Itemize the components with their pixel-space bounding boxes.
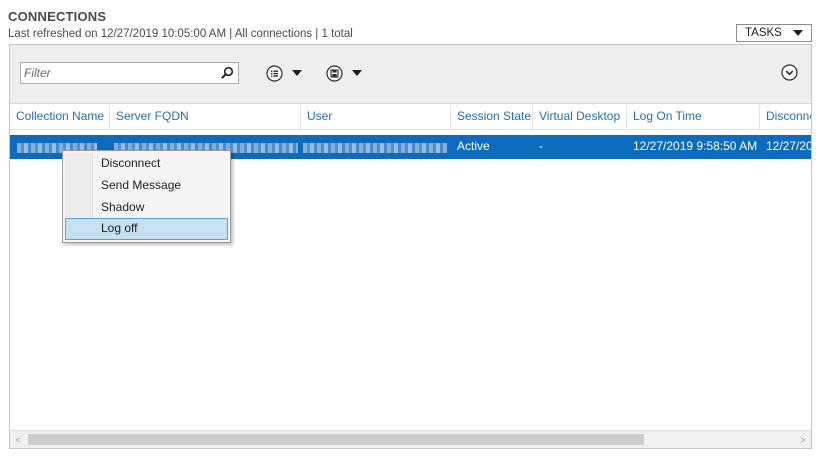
- filter-input[interactable]: [21, 63, 211, 83]
- save-query-icon: [326, 64, 343, 82]
- scrollbar-thumb[interactable]: [28, 434, 644, 445]
- column-header-row: Collection Name Server FQDN User Session…: [10, 105, 811, 130]
- disconnect-time-cell: 12/27/20: [766, 139, 811, 153]
- column-header-disconnect[interactable]: Disconnect: [760, 105, 811, 129]
- redacted-user: [303, 143, 447, 153]
- column-header-session-state[interactable]: Session State: [451, 105, 533, 129]
- chevron-down-icon: [352, 70, 362, 76]
- scroll-left-icon[interactable]: <: [14, 435, 22, 445]
- horizontal-scrollbar[interactable]: < >: [10, 430, 811, 448]
- column-header-server-fqdn[interactable]: Server FQDN: [110, 105, 301, 129]
- tasks-label: TASKS: [745, 27, 782, 39]
- refresh-status: Last refreshed on 12/27/2019 10:05:00 AM…: [8, 28, 353, 40]
- toolbar: [10, 45, 811, 104]
- virtual-desktop-cell: -: [539, 139, 543, 153]
- menu-item-log-off[interactable]: Log off: [65, 218, 228, 240]
- column-header-log-on-time[interactable]: Log On Time: [627, 105, 760, 129]
- context-menu: Disconnect Send Message Shadow Log off: [62, 150, 231, 243]
- menu-item-shadow[interactable]: Shadow: [65, 197, 228, 219]
- session-state-cell: Active: [457, 139, 490, 153]
- column-header-user[interactable]: User: [301, 105, 451, 129]
- menu-item-send-message[interactable]: Send Message: [65, 175, 228, 197]
- scroll-right-icon[interactable]: >: [799, 435, 807, 445]
- tasks-button[interactable]: TASKS: [736, 24, 812, 42]
- expand-icon[interactable]: [781, 64, 798, 81]
- search-icon[interactable]: [220, 66, 234, 80]
- list-options-dropdown[interactable]: [266, 64, 302, 82]
- log-on-time-cell: 12/27/2019 9:58:50 AM: [633, 139, 758, 153]
- page-title: CONNECTIONS: [8, 9, 107, 24]
- menu-item-disconnect[interactable]: Disconnect: [65, 153, 228, 175]
- chevron-down-icon: [292, 70, 302, 76]
- column-header-virtual-desktop[interactable]: Virtual Desktop: [533, 105, 627, 129]
- chevron-down-icon: [793, 30, 803, 36]
- save-query-dropdown[interactable]: [326, 64, 362, 82]
- connections-panel: Collection Name Server FQDN User Session…: [9, 44, 812, 449]
- filter-box[interactable]: [20, 62, 239, 84]
- list-options-icon: [266, 64, 283, 82]
- column-header-collection-name[interactable]: Collection Name: [10, 105, 110, 129]
